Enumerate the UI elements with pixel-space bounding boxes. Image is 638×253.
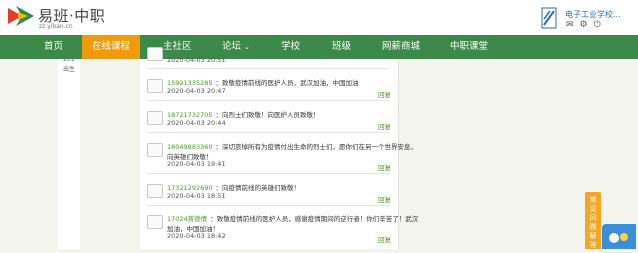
left-text-birth: 出生 — [63, 66, 76, 73]
avatar[interactable] — [147, 47, 163, 61]
comment-author[interactable]: 17321292690 — [167, 184, 213, 192]
comment-author[interactable]: 17024蒋德倩 — [167, 215, 207, 223]
nav-item-class[interactable]: 班级 — [332, 35, 351, 59]
avatar[interactable] — [147, 111, 163, 125]
comment-date: 2020-04-03 20:47 — [167, 87, 226, 95]
chat-widget[interactable] — [602, 224, 636, 249]
school-name-link[interactable]: 电子工业学校... — [565, 9, 621, 20]
chevron-down-icon: ⌄ — [244, 43, 250, 51]
logo-mark-icon — [8, 6, 34, 26]
header-icons: ✉ ⚙ ⏻ — [566, 21, 601, 30]
nav-item-online-course[interactable]: 在线课程 — [82, 35, 140, 59]
top-header: 易班·中职 zz.yiban.cn 电子工业学校... ✉ ⚙ ⏻ — [0, 0, 638, 35]
avatar[interactable] — [147, 143, 163, 157]
comment-text: 17024蒋德倩 ：致敬疫情前线的医护人员，感谢疫情期间的逆行者！你们辛苦了！武汉 — [167, 215, 419, 223]
reply-link[interactable]: 回复 — [378, 162, 391, 172]
nav-item-school[interactable]: 学校 — [281, 35, 300, 59]
separator — [147, 205, 389, 206]
left-text-year: 201 — [63, 56, 75, 63]
nav-item-mall[interactable]: 网薪商城 — [382, 35, 420, 59]
faq-tab-label: 常见问题解答 — [589, 196, 597, 249]
comment-date: 2020-04-03 18:42 — [167, 232, 226, 240]
avatar[interactable] — [147, 215, 163, 229]
comment-text: 15921335285 ：致敬疫情前线的医护人员，武汉加油，中国加油 — [167, 79, 359, 87]
school-emblem-icon — [541, 7, 557, 29]
comment-date: 2020-04-03 20:51 — [167, 56, 226, 64]
reply-link[interactable]: 回复 — [378, 121, 391, 131]
mail-icon[interactable]: ✉ — [566, 21, 574, 30]
avatar[interactable] — [147, 184, 163, 198]
main-nav: 首页 在线课程 主社区 论坛 ⌄ 学校 班级 网薪商城 中职课堂 — [0, 35, 638, 59]
comment-author[interactable]: 18721732705 — [167, 111, 213, 119]
comment-text: 18721732705 ：向烈士们致敬！向医护人员致敬！ — [167, 111, 320, 119]
comment-author[interactable]: 15921335285 — [167, 79, 213, 87]
separator — [147, 100, 389, 101]
comment-author[interactable]: 18049883360 — [167, 143, 213, 151]
nav-item-forum[interactable]: 论坛 ⌄ — [222, 35, 250, 59]
logo-subtitle: zz.yiban.cn — [39, 23, 73, 30]
reply-link[interactable]: 回复 — [378, 89, 391, 99]
comment-text: 18049883360 ：深切哀悼所有为疫情付出生命的烈士们，愿你们在另一个世界安… — [167, 143, 417, 151]
comment-text: 17321292690 ：向疫情前线的英雄们致敬！ — [167, 184, 300, 192]
faq-side-tab[interactable]: 常见问题解答 — [585, 192, 601, 249]
comment-date: 2020-04-03 19:41 — [167, 160, 226, 168]
separator — [147, 68, 389, 69]
chat-icon — [609, 233, 628, 243]
power-icon[interactable]: ⏻ — [594, 21, 601, 30]
separator — [147, 173, 389, 174]
comment-date: 2020-04-03 18:51 — [167, 192, 226, 200]
reply-link[interactable]: 回复 — [378, 194, 391, 204]
reply-link[interactable]: 回复 — [378, 234, 391, 244]
comment-date: 2020-04-03 20:44 — [167, 119, 226, 127]
avatar[interactable] — [147, 79, 163, 93]
left-profile-column: 201 出生 — [58, 56, 80, 249]
gear-icon[interactable]: ⚙ — [580, 21, 588, 30]
separator — [147, 132, 389, 133]
nav-item-classroom[interactable]: 中职课堂 — [450, 35, 488, 59]
